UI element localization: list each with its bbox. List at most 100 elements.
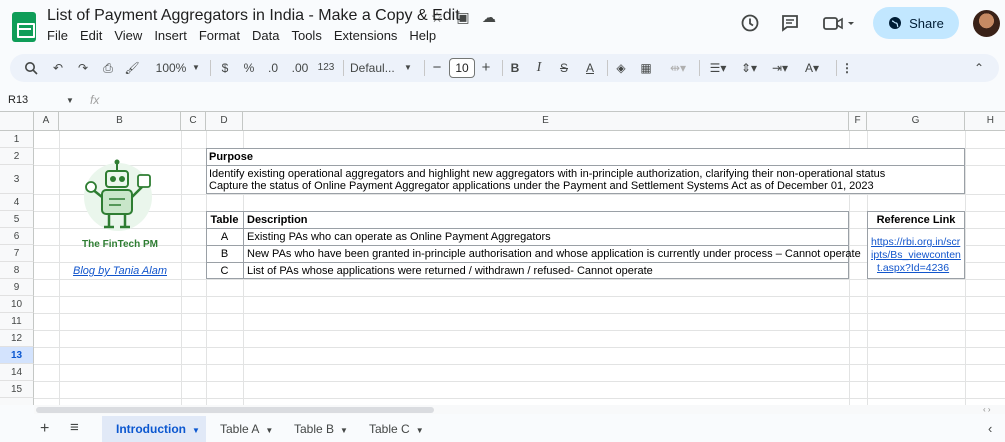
row-header-5[interactable]: 5 xyxy=(0,211,34,228)
select-all-corner[interactable] xyxy=(0,112,34,131)
column-header-e[interactable]: E xyxy=(243,112,849,131)
column-header-g[interactable]: G xyxy=(867,112,965,131)
row-header-1[interactable]: 1 xyxy=(0,131,34,148)
sheet-tab-table-c[interactable]: Table C ▼ xyxy=(355,416,433,442)
column-header-h[interactable]: H xyxy=(965,112,1005,131)
font-size-input[interactable]: 10 xyxy=(449,58,475,78)
reference-link-line[interactable]: https://rbi.org.in/scr xyxy=(871,236,963,248)
text-rotation-icon[interactable]: A▾ xyxy=(798,54,826,82)
vertical-align-icon[interactable]: ⇕▾ xyxy=(735,54,763,82)
redo-icon[interactable]: ↷ xyxy=(75,54,91,82)
number-format-button[interactable]: 123 xyxy=(315,54,337,82)
menu-help[interactable]: Help xyxy=(403,29,442,42)
text-color-icon[interactable]: A xyxy=(581,54,599,82)
purpose-line-2: Capture the status of Online Payment Agg… xyxy=(209,180,874,192)
reference-link-line[interactable]: t.aspx?Id=4236 xyxy=(877,262,963,274)
text-wrapping-icon[interactable]: ⇥▾ xyxy=(766,54,794,82)
row-header-8[interactable]: 8 xyxy=(0,262,34,279)
user-avatar[interactable] xyxy=(973,10,1000,37)
fill-color-icon[interactable]: ◈ xyxy=(613,54,629,82)
print-icon[interactable]: ⎙ xyxy=(100,54,116,82)
row-header-3[interactable]: 3 xyxy=(0,165,34,194)
undo-icon[interactable]: ↶ xyxy=(50,54,66,82)
purpose-line-1: Identify existing operational aggregator… xyxy=(209,168,886,180)
scroll-left-icon[interactable]: ‹ › xyxy=(983,405,991,414)
star-icon[interactable]: ☆ xyxy=(428,8,446,26)
table-col-header: Table xyxy=(210,214,239,226)
share-button[interactable]: Share xyxy=(873,7,959,39)
bold-icon[interactable]: B xyxy=(508,54,522,82)
table-row-desc: New PAs who have been granted in-princip… xyxy=(247,248,861,260)
horizontal-align-icon[interactable]: ☰▾ xyxy=(704,54,732,82)
increase-decimal-button[interactable]: .00 xyxy=(289,54,311,82)
currency-format-button[interactable]: $ xyxy=(218,54,232,82)
column-header-c[interactable]: C xyxy=(181,112,206,131)
italic-icon[interactable]: I xyxy=(532,54,546,82)
decrease-decimal-button[interactable]: .0 xyxy=(264,54,282,82)
row-header-12[interactable]: 12 xyxy=(0,330,34,347)
chevron-down-icon[interactable]: ▼ xyxy=(190,54,202,82)
decrease-font-size-button[interactable]: − xyxy=(430,54,444,82)
row-header-2[interactable]: 2 xyxy=(0,148,34,165)
menu-extensions[interactable]: Extensions xyxy=(328,29,404,42)
zoom-select[interactable]: 100% xyxy=(150,54,192,82)
strikethrough-icon[interactable]: S xyxy=(556,54,572,82)
share-label: Share xyxy=(909,15,944,31)
version-history-icon[interactable] xyxy=(740,13,760,33)
sheet-tab-table-a[interactable]: Table A ▼ xyxy=(206,416,280,442)
comments-icon[interactable] xyxy=(780,13,800,33)
increase-font-size-button[interactable]: + xyxy=(479,54,493,82)
menu-view[interactable]: View xyxy=(108,29,148,42)
reference-link-line[interactable]: ipts/Bs_viewconten xyxy=(871,249,963,261)
column-header-d[interactable]: D xyxy=(206,112,243,131)
column-header-f[interactable]: F xyxy=(849,112,867,131)
chevron-down-icon[interactable]: ▼ xyxy=(416,426,424,435)
sheet-tab-table-b[interactable]: Table B ▼ xyxy=(280,416,355,442)
menu-edit[interactable]: Edit xyxy=(74,29,108,42)
row-header-10[interactable]: 10 xyxy=(0,296,34,313)
column-header-b[interactable]: B xyxy=(59,112,181,131)
blog-link[interactable]: Blog by Tania Alam xyxy=(59,265,181,277)
more-options-icon[interactable]: ⋮ xyxy=(840,54,854,82)
font-select[interactable]: Defaul... xyxy=(350,54,406,82)
row-header-14[interactable]: 14 xyxy=(0,364,34,381)
cloud-status-icon[interactable]: ☁ xyxy=(480,8,498,26)
chevron-down-icon[interactable]: ▼ xyxy=(265,426,273,435)
paint-format-icon[interactable]: 🖌 xyxy=(124,54,140,82)
row-header-15[interactable]: 15 xyxy=(0,381,34,398)
row-header-6[interactable]: 6 xyxy=(0,228,34,245)
row-header-4[interactable]: 4 xyxy=(0,194,34,211)
row-header-7[interactable]: 7 xyxy=(0,245,34,262)
chevron-down-icon[interactable]: ▼ xyxy=(340,426,348,435)
menu-file[interactable]: File xyxy=(41,29,74,42)
merge-cells-icon[interactable]: ⇹▾ xyxy=(665,54,691,82)
chevron-down-icon[interactable]: ▼ xyxy=(402,54,414,82)
name-box[interactable]: R13 xyxy=(8,94,28,106)
search-menus-icon[interactable] xyxy=(24,61,38,75)
row-header-13[interactable]: 13 xyxy=(0,347,34,364)
borders-icon[interactable]: ▦ xyxy=(638,54,654,82)
menu-format[interactable]: Format xyxy=(193,29,246,42)
menu-insert[interactable]: Insert xyxy=(148,29,193,42)
document-title[interactable]: List of Payment Aggregators in India - M… xyxy=(47,7,460,25)
add-sheet-icon[interactable]: + xyxy=(40,420,49,438)
sheet-tab-introduction[interactable]: Introduction ▼ xyxy=(102,416,206,442)
all-sheets-icon[interactable]: ≡ xyxy=(70,419,79,436)
menu-tools[interactable]: Tools xyxy=(285,29,327,42)
table-row-desc: Existing PAs who can operate as Online P… xyxy=(247,231,551,243)
purpose-header: Purpose xyxy=(209,151,254,163)
meet-icon[interactable] xyxy=(822,13,858,33)
row-header-11[interactable]: 11 xyxy=(0,313,34,330)
chevron-down-icon[interactable]: ▼ xyxy=(66,96,74,105)
chevron-down-icon[interactable]: ▼ xyxy=(192,426,200,435)
horizontal-scroll-thumb[interactable] xyxy=(36,407,434,413)
menu-data[interactable]: Data xyxy=(246,29,285,42)
collapse-menu-icon[interactable]: ⌃ xyxy=(972,54,986,82)
percent-format-button[interactable]: % xyxy=(241,54,257,82)
move-folder-icon[interactable]: ▣ xyxy=(454,8,472,26)
sheet-grid[interactable]: A B C D E F G H 1 2 3 4 5 6 7 8 9 10 11 … xyxy=(0,112,1005,405)
row-header-9[interactable]: 9 xyxy=(0,279,34,296)
sheets-logo-icon[interactable] xyxy=(12,12,36,42)
side-panel-toggle-icon[interactable]: ‹ xyxy=(988,421,992,436)
column-header-a[interactable]: A xyxy=(34,112,59,131)
